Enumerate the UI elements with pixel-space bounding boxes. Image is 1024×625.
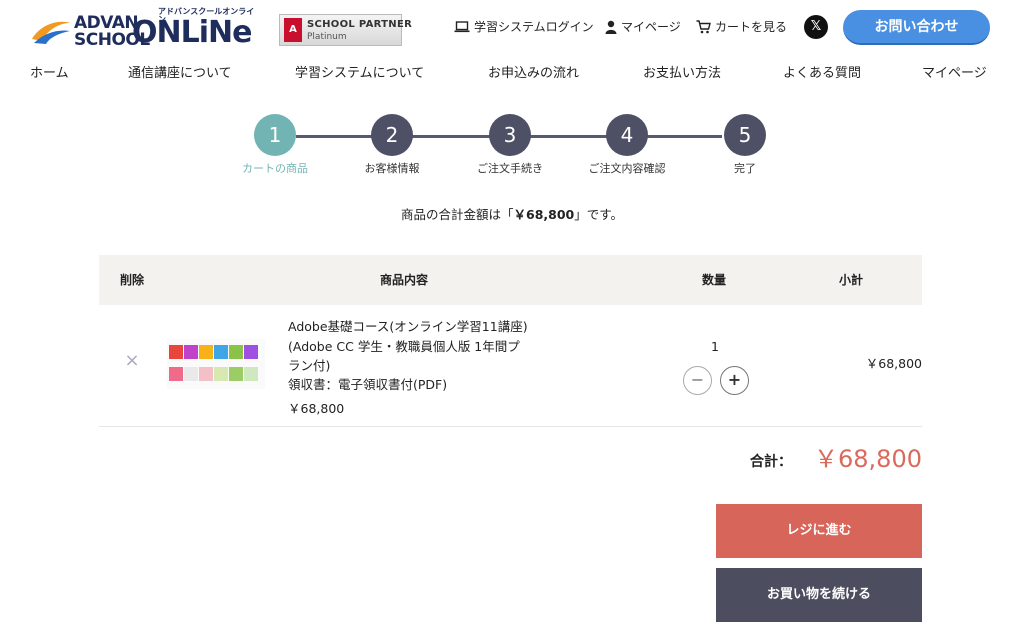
thumb-tile (214, 345, 228, 359)
util-link-system-login[interactable]: 学習システムログイン (454, 18, 594, 36)
thumb-tile (169, 345, 183, 359)
product-unit-price: ￥68,800 (288, 401, 345, 416)
remove-item-icon[interactable]: × (124, 352, 140, 370)
step-2-label: お客様情報 (364, 162, 420, 175)
step-4-circle: 4 (606, 114, 648, 156)
step-5-circle: 5 (724, 114, 766, 156)
util-link-cart[interactable]: カートを見る (696, 18, 787, 36)
site-logo[interactable]: ADVAN SCHOOL アドバンスクールオンライン ONLiNe (30, 8, 262, 50)
total-label: 合計： (750, 454, 792, 470)
row-subtotal: ￥68,800 (865, 356, 922, 371)
step-2-circle: 2 (371, 114, 413, 156)
product-name[interactable]: Adobe基礎コース(オンライン学習11講座)(Adobe CC 学生・教職員個… (288, 317, 528, 376)
thumb-tile (184, 367, 198, 381)
cart-icon (696, 20, 711, 34)
thumb-tile (244, 367, 258, 381)
thumb-tile (199, 345, 213, 359)
user-icon (605, 20, 617, 34)
step-4-label: ご注文内容確認 (588, 162, 666, 175)
thumb-tile (244, 345, 258, 359)
thumb-tile (229, 345, 243, 359)
step-1-circle: 1 (254, 114, 296, 156)
nav-item-home[interactable]: ホーム (30, 62, 69, 86)
logo-swirl-icon (32, 21, 70, 44)
step-1-label: カートの商品 (242, 162, 308, 175)
col-header-remove: 削除 (120, 273, 145, 287)
main-nav: ホーム 通信講座について 学習システムについて お申込みの流れ お支払い方法 よ… (0, 62, 1024, 86)
product-thumbnail[interactable] (167, 339, 265, 389)
nav-item-mypage[interactable]: マイページ (922, 62, 987, 86)
quantity-increase-button[interactable]: + (720, 366, 749, 395)
step-5-label: 完了 (734, 162, 756, 175)
x-social-icon[interactable]: 𝕏 (804, 15, 828, 39)
site-header: ADVAN SCHOOL アドバンスクールオンライン ONLiNe A SCHO… (0, 0, 1024, 60)
nav-item-payment[interactable]: お支払い方法 (643, 62, 721, 86)
continue-shopping-button[interactable]: お買い物を続ける (716, 568, 922, 622)
quantity-decrease-button[interactable]: − (683, 366, 712, 395)
nav-item-application-flow[interactable]: お申込みの流れ (488, 62, 579, 86)
total-value: ￥68,800 (814, 445, 922, 473)
total-message-suffix: 」です。 (574, 207, 624, 222)
logo-online-text: ONLiNe (132, 15, 252, 50)
col-header-qty: 数量 (702, 273, 727, 287)
laptop-icon (454, 21, 470, 33)
contact-button[interactable]: お問い合わせ (843, 10, 990, 45)
util-link-label: カートを見る (715, 20, 788, 34)
product-option: 領収書：電子領収書付(PDF) (288, 377, 448, 392)
nav-item-faq[interactable]: よくある質問 (783, 62, 861, 86)
thumb-tile (169, 367, 183, 381)
cart-row: × Adobe基礎コース(オンライン学習11講座)(Adobe CC 学生・教職… (99, 305, 922, 427)
step-3-label: ご注文手続き (477, 162, 543, 175)
cart-table-header: 削除 商品内容 数量 小計 (99, 255, 922, 305)
step-3-circle: 3 (489, 114, 531, 156)
total-message-prefix: 商品の合計金額は「 (400, 207, 514, 222)
adobe-school-partner-badge: A SCHOOL PARTNER Platinum (279, 14, 412, 46)
thumb-tile (199, 367, 213, 381)
util-link-label: 学習システムログイン (474, 20, 594, 34)
total-message-amount: ￥68,800 (513, 207, 575, 222)
thumb-tile (184, 345, 198, 359)
util-link-label: マイページ (621, 20, 681, 34)
checkout-steps: 1 カートの商品 2 お客様情報 3 ご注文手続き 4 ご注文内容確認 5 完了 (0, 114, 1024, 184)
util-link-mypage[interactable]: マイページ (605, 18, 681, 36)
adobe-icon: A (284, 18, 302, 42)
checkout-button[interactable]: レジに進む (716, 504, 922, 558)
cart-total-message: 商品の合計金額は「￥68,800」です。 (0, 206, 1024, 224)
thumb-tile (229, 367, 243, 381)
quantity-value: 1 (711, 339, 719, 354)
thumb-tile (214, 367, 228, 381)
nav-item-learning-system[interactable]: 学習システムについて (295, 62, 424, 86)
col-header-item: 商品内容 (380, 273, 429, 287)
col-header-subtotal: 小計 (839, 273, 864, 287)
nav-item-courses[interactable]: 通信講座について (128, 62, 232, 86)
partner-level: Platinum (307, 32, 347, 42)
partner-title: SCHOOL PARTNER (307, 19, 413, 30)
